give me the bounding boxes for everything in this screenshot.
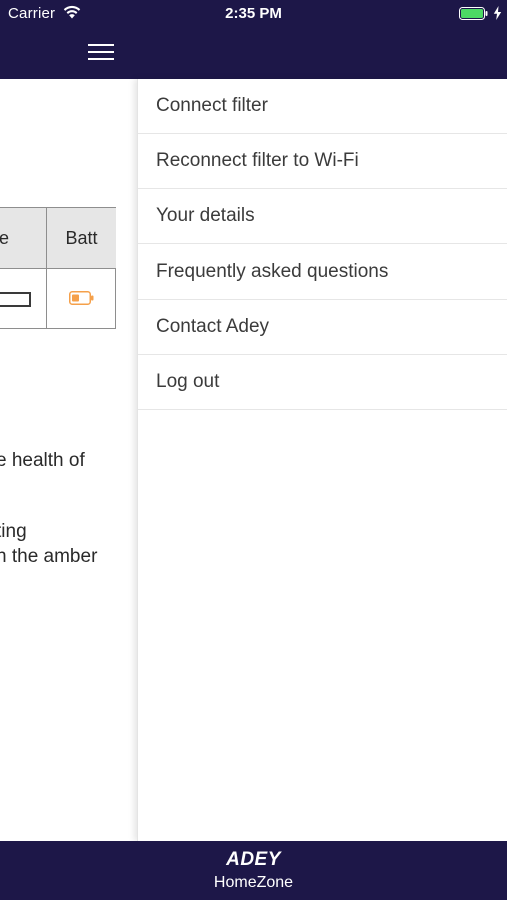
adey-logo: ADEY <box>226 849 281 870</box>
menu-item-label: Reconnect filter to Wi-Fi <box>156 150 359 171</box>
footer-subtitle: HomeZone <box>213 874 294 891</box>
menu-item-label: Your details <box>156 205 255 226</box>
body-text-line: n the amber <box>0 546 98 567</box>
menu-item-your-details[interactable]: Your details <box>138 189 507 244</box>
menu-item-connect-filter[interactable]: Connect filter <box>138 79 507 134</box>
side-menu: Connect filter Reconnect filter to Wi-Fi… <box>137 79 507 841</box>
menu-item-faq[interactable]: Frequently asked questions <box>138 245 507 300</box>
hamburger-icon[interactable] <box>88 42 114 62</box>
app-header <box>0 28 137 79</box>
battery-icon <box>459 7 488 20</box>
table-header-label: Batt <box>65 228 98 248</box>
menu-item-reconnect-wifi[interactable]: Reconnect filter to Wi-Fi <box>138 134 507 189</box>
background-content: e Batt e health of ting n the amber <box>0 79 137 841</box>
table-cell <box>0 269 47 329</box>
charging-bolt-icon <box>493 6 502 20</box>
filter-table: e Batt <box>0 207 116 329</box>
status-time: 2:35 PM <box>225 5 282 22</box>
menu-header <box>137 28 507 79</box>
status-indicator <box>0 292 31 307</box>
menu-item-log-out[interactable]: Log out <box>138 355 507 410</box>
body-text-line: ting <box>0 521 27 542</box>
table-header-cell: Batt <box>47 208 116 269</box>
app-footer: ADEY HomeZone <box>0 841 507 900</box>
status-bar: Carrier 2:35 PM <box>0 0 507 28</box>
battery-low-icon <box>69 291 94 305</box>
menu-item-label: Frequently asked questions <box>156 261 389 282</box>
menu-item-label: Log out <box>156 371 220 392</box>
menu-item-label: Connect filter <box>156 95 268 116</box>
menu-item-label: Contact Adey <box>156 316 270 337</box>
table-cell <box>47 269 116 329</box>
menu-item-contact-adey[interactable]: Contact Adey <box>138 300 507 355</box>
table-header-label: e <box>0 228 10 248</box>
table-header-cell: e <box>0 208 47 269</box>
body-text-line: e health of <box>0 450 85 471</box>
